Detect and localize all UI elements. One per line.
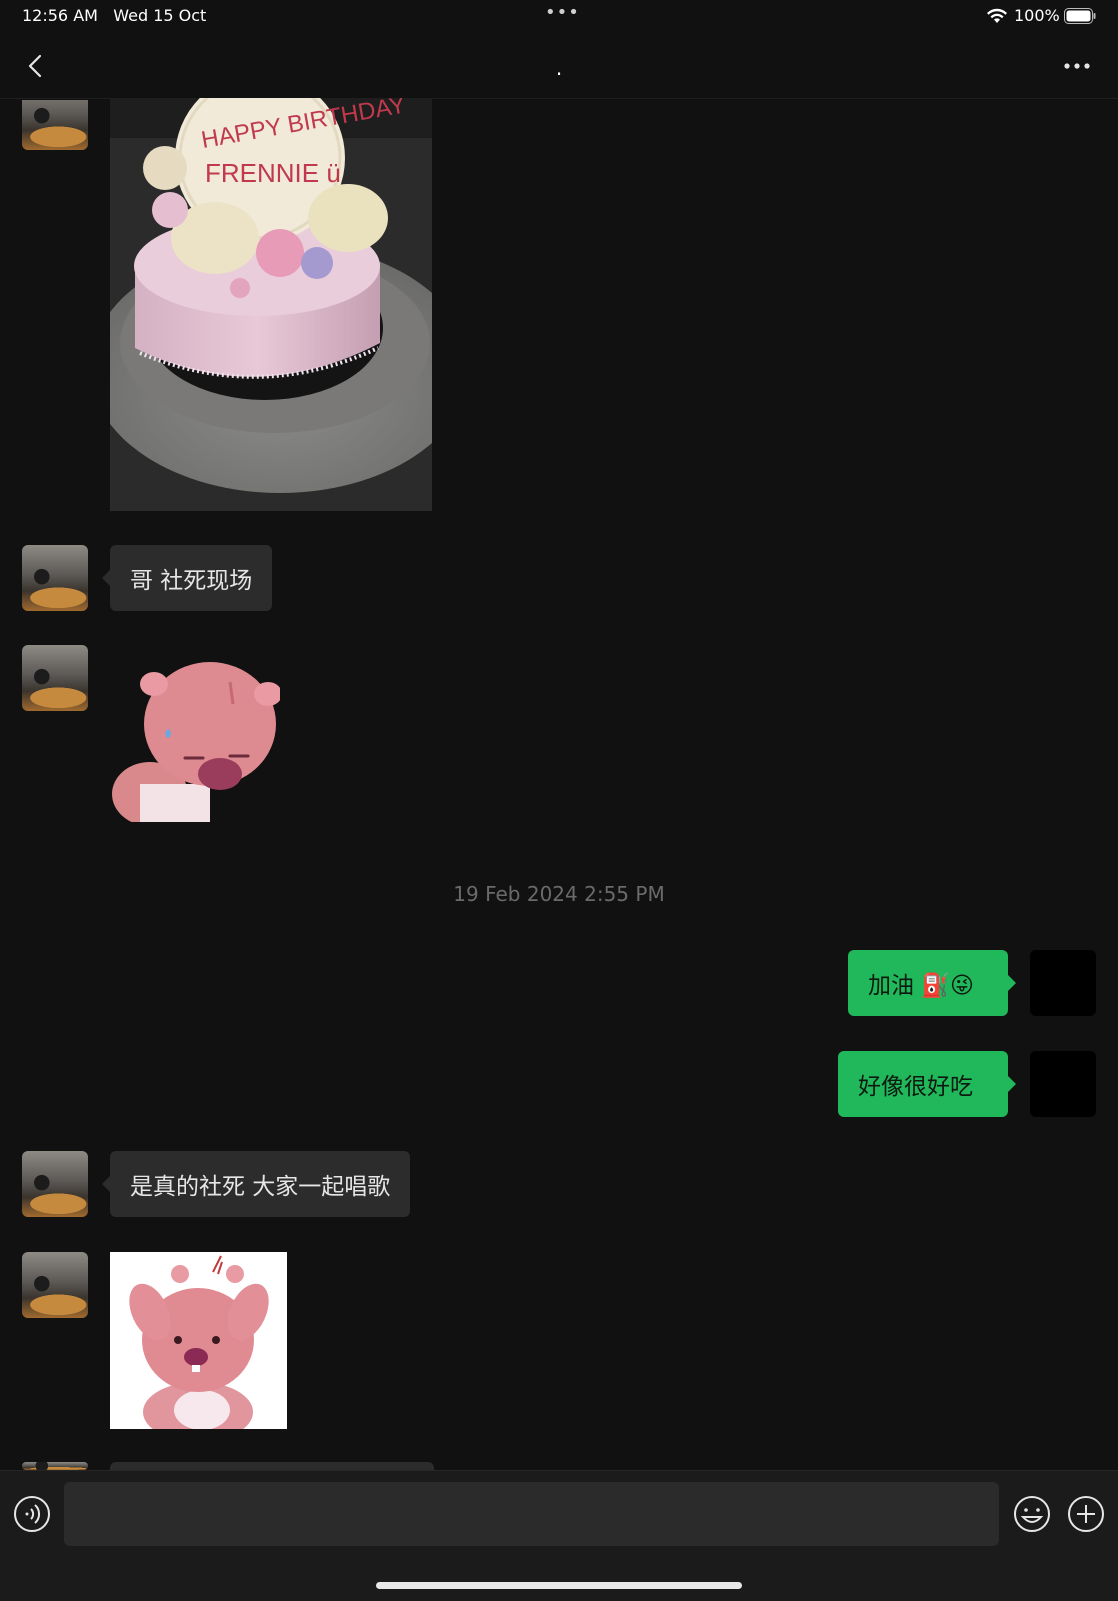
voice-icon [14,1496,50,1532]
message-text: 加油 ⛽😜 [868,973,974,999]
pink-beaver-holding-head [110,1252,287,1429]
avatar[interactable] [22,1252,88,1318]
more-options-button[interactable] [1060,50,1094,82]
voice-button[interactable] [12,1494,52,1534]
plus-icon [1068,1496,1104,1532]
avatar[interactable] [22,645,88,711]
message-bubble[interactable]: 是真的社死 大家一起唱歌 [101,1151,411,1217]
timestamp: 19 Feb 2024 2:55 PM [453,882,665,906]
wifi-icon [987,8,1007,23]
cake-photo: HAPPY BIRTHDAY FRENNIE ü [110,98,432,511]
home-indicator[interactable] [376,1582,742,1589]
sticker[interactable] [110,654,280,822]
message-bubble[interactable] [110,1462,434,1470]
svg-text:FRENNIE ü: FRENNIE ü [205,158,341,188]
sticker[interactable] [110,1252,287,1429]
chat-title: . [555,56,563,80]
add-button[interactable] [1066,1494,1106,1534]
emoji-icon [1014,1496,1050,1532]
status-time: 12:56 AM Wed 15 Oct [22,6,207,25]
multitask-indicator[interactable]: ••• [545,2,580,23]
message-bubble-outgoing[interactable]: 好像很好吃 [838,1051,1016,1117]
message-bubble[interactable]: 哥 社死现场 [101,545,273,611]
battery-percent: 100% [1014,6,1060,25]
message-text: 好像很好吃 [858,1074,973,1100]
avatar[interactable] [22,1151,88,1217]
avatar-self[interactable] [1030,1051,1096,1117]
avatar-self[interactable] [1030,950,1096,1016]
ellipsis-icon [1064,63,1090,69]
emoji-button[interactable] [1012,1494,1052,1534]
pink-beaver-sweating [112,662,280,822]
message-bubble-outgoing[interactable]: 加油 ⛽😜 [848,950,1016,1016]
cake-image[interactable]: HAPPY BIRTHDAY FRENNIE ü [110,98,432,511]
message-input[interactable] [64,1482,999,1546]
avatar[interactable] [22,545,88,611]
message-text: 是真的社死 大家一起唱歌 [130,1174,391,1200]
battery-icon [1064,8,1096,24]
avatar[interactable] [22,1462,88,1470]
message-text: 哥 社死现场 [130,568,253,594]
